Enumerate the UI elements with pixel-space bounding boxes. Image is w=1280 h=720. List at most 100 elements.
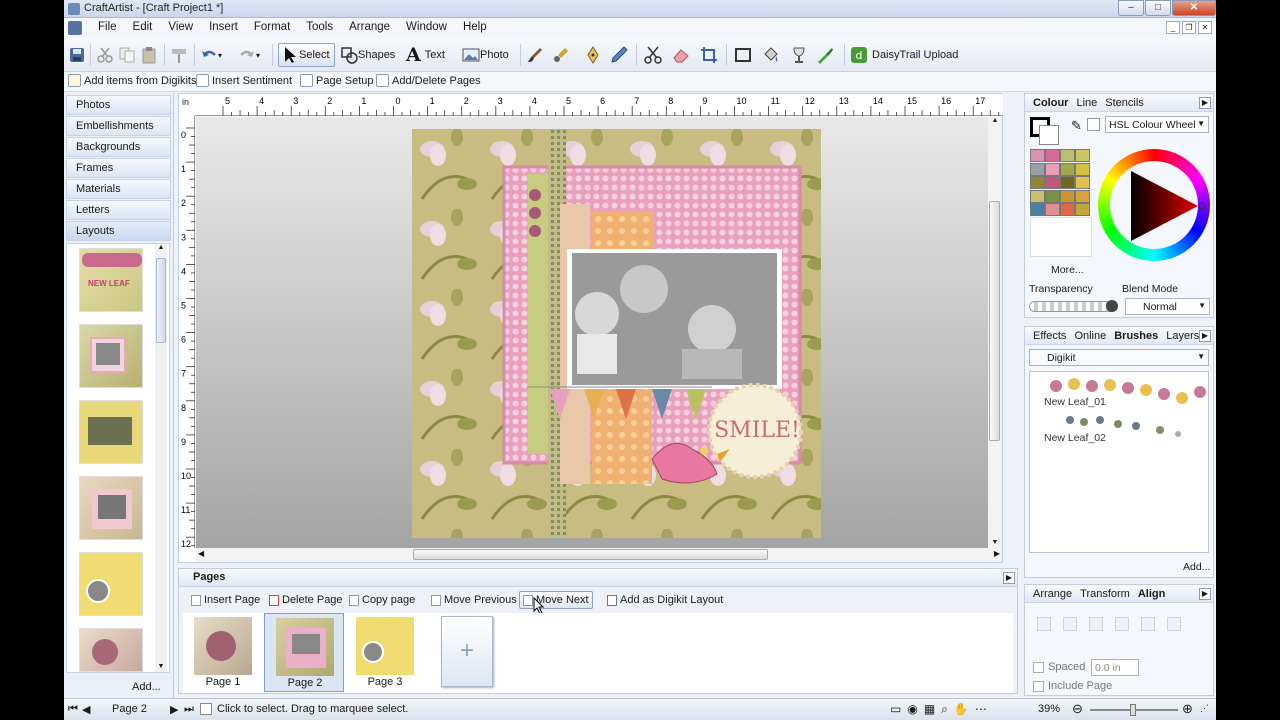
format-painter-button[interactable] [170,43,188,67]
scroll-up-icon[interactable]: ▲ [155,244,167,251]
colour-swatch[interactable] [1060,162,1075,176]
align-bottom-icon[interactable] [1167,617,1181,631]
layouts-scrollbar[interactable]: ▲ ▼ [155,244,167,672]
eraser-tool[interactable] [672,43,690,67]
spacing-input[interactable]: 0.0 in [1091,659,1139,676]
spaced-option[interactable]: Spaced [1033,661,1085,673]
colour-swatch[interactable] [1045,149,1060,162]
blend-mode-dropdown[interactable]: Normal ▼ [1125,298,1210,315]
resize-grip-icon[interactable]: ⋰ [1200,703,1209,714]
page-setup-button[interactable]: Page Setup [300,74,374,87]
scroll-up-icon[interactable]: ▲ [988,117,1002,124]
colour-swatch[interactable] [1075,176,1090,190]
align-left-icon[interactable] [1037,617,1051,631]
move-next-button[interactable]: Move Next [519,591,593,609]
pasteboard[interactable]: SMILE! [196,117,988,548]
cut-button[interactable] [96,43,114,67]
spaced-checkbox[interactable] [1033,661,1044,673]
crop-tool[interactable] [700,43,718,67]
colour-swatch[interactable] [1075,162,1090,176]
scissors-tool[interactable] [644,43,662,67]
layout-thumb[interactable] [79,628,143,672]
menu-edit[interactable]: Edit [125,21,161,33]
next-page-icon[interactable]: ▶ [170,703,178,716]
brushes-panel-expand-icon[interactable]: ▶ [1199,330,1211,342]
canvas-vertical-scrollbar[interactable]: ▲ ▼ [988,117,1002,548]
copy-button[interactable] [118,43,136,67]
colour-swatch[interactable] [1045,162,1060,176]
paintbrush-tool[interactable] [526,43,544,67]
brush-item[interactable]: New Leaf_02 [1030,412,1210,446]
first-page-icon[interactable]: ⏮ [68,703,78,716]
scroll-right-icon[interactable]: ▶ [994,549,1000,558]
page-view-icon[interactable]: ▭ [890,702,901,717]
category-letters[interactable]: Letters [66,200,171,220]
tab-arrange[interactable]: Arrange [1033,588,1072,600]
category-embellishments[interactable]: Embellishments [66,116,171,136]
canvas-horizontal-scrollbar[interactable]: ◀ ▶ [196,548,1002,562]
brushes-add-button[interactable]: Add... [1183,561,1210,573]
add-items-from-digikits-button[interactable]: Add items from Digikits [68,74,196,87]
photo-tool[interactable]: Photo [462,43,509,67]
scrapbook-page[interactable]: SMILE! [412,129,821,538]
minimize-button[interactable]: ‒ [1118,0,1144,16]
zoom-in-icon[interactable]: ⊕ [1182,701,1193,717]
colour-swatch[interactable] [1045,203,1060,217]
insert-sentiment-button[interactable]: Insert Sentiment [196,74,292,87]
canvas-vscroll-thumb[interactable] [989,201,1000,441]
layout-thumb[interactable]: NEW LEAF [79,248,143,312]
zoom-out-icon[interactable]: ⊖ [1072,701,1083,717]
tab-effects[interactable]: Effects [1033,330,1066,342]
redo-button[interactable]: ▾ [238,43,260,67]
frame-tool[interactable] [734,43,752,67]
align-right-icon[interactable] [1089,617,1103,631]
hsl-colour-wheel[interactable] [1098,149,1210,261]
tab-online[interactable]: Online [1074,330,1106,342]
colour-swatch[interactable] [1060,189,1075,203]
category-backgrounds[interactable]: Backgrounds [66,137,171,157]
colour-swatch[interactable] [1030,149,1045,162]
preview-eye-icon[interactable]: ◉ [907,702,917,717]
colour-mode-dropdown[interactable]: HSL Colour Wheel ▼ [1105,116,1209,133]
menu-tools[interactable]: Tools [298,21,341,33]
undo-button[interactable]: ▾ [200,43,222,67]
colour-swatch[interactable] [1060,176,1075,190]
zoom-icon[interactable]: ⌕ [941,702,948,717]
brush-effects-tool[interactable] [816,43,834,67]
tab-stencils[interactable]: Stencils [1105,97,1144,109]
eyedropper-icon[interactable]: ✎ [1071,118,1082,134]
insert-page-button[interactable]: Insert Page [191,591,260,609]
tab-colour[interactable]: Colour [1033,97,1068,109]
align-panel-expand-icon[interactable]: ▶ [1199,588,1211,600]
copy-page-button[interactable]: Copy page [349,591,415,609]
align-center-icon[interactable] [1063,617,1077,631]
menu-arrange[interactable]: Arrange [341,21,398,33]
transparency-slider[interactable] [1029,300,1118,312]
align-middle-icon[interactable] [1141,617,1155,631]
tab-line[interactable]: Line [1076,97,1097,109]
scroll-left-icon[interactable]: ◀ [198,549,204,558]
layouts-add-button[interactable]: Add... [132,681,161,693]
layout-thumb[interactable] [79,552,143,616]
grid-icon[interactable]: ▦ [924,702,935,717]
delete-page-button[interactable]: Delete Page [269,591,343,609]
move-previous-button[interactable]: Move Previous [431,591,517,609]
colour-swatch[interactable] [1045,176,1060,190]
colour-swatch[interactable] [1060,149,1075,162]
menu-file[interactable]: File [90,21,125,33]
scroll-down-icon[interactable]: ▼ [155,663,167,670]
no-colour-swatch[interactable] [1087,118,1100,131]
colour-swatch[interactable] [1030,189,1045,203]
text-tool[interactable]: A Text [406,43,445,67]
tab-brushes[interactable]: Brushes [1114,330,1158,342]
fill-tool[interactable] [762,43,780,67]
layout-thumb[interactable] [79,476,143,540]
category-materials[interactable]: Materials [66,179,171,199]
category-layouts[interactable]: Layouts [66,221,171,241]
colour-panel-expand-icon[interactable]: ▶ [1199,97,1211,109]
scroll-down-icon[interactable]: ▼ [988,539,1002,546]
document-icon[interactable] [68,21,82,35]
select-tool[interactable]: Select [278,43,335,67]
page-thumb[interactable]: Page 2 [264,613,344,692]
pen-tool[interactable] [584,43,602,67]
